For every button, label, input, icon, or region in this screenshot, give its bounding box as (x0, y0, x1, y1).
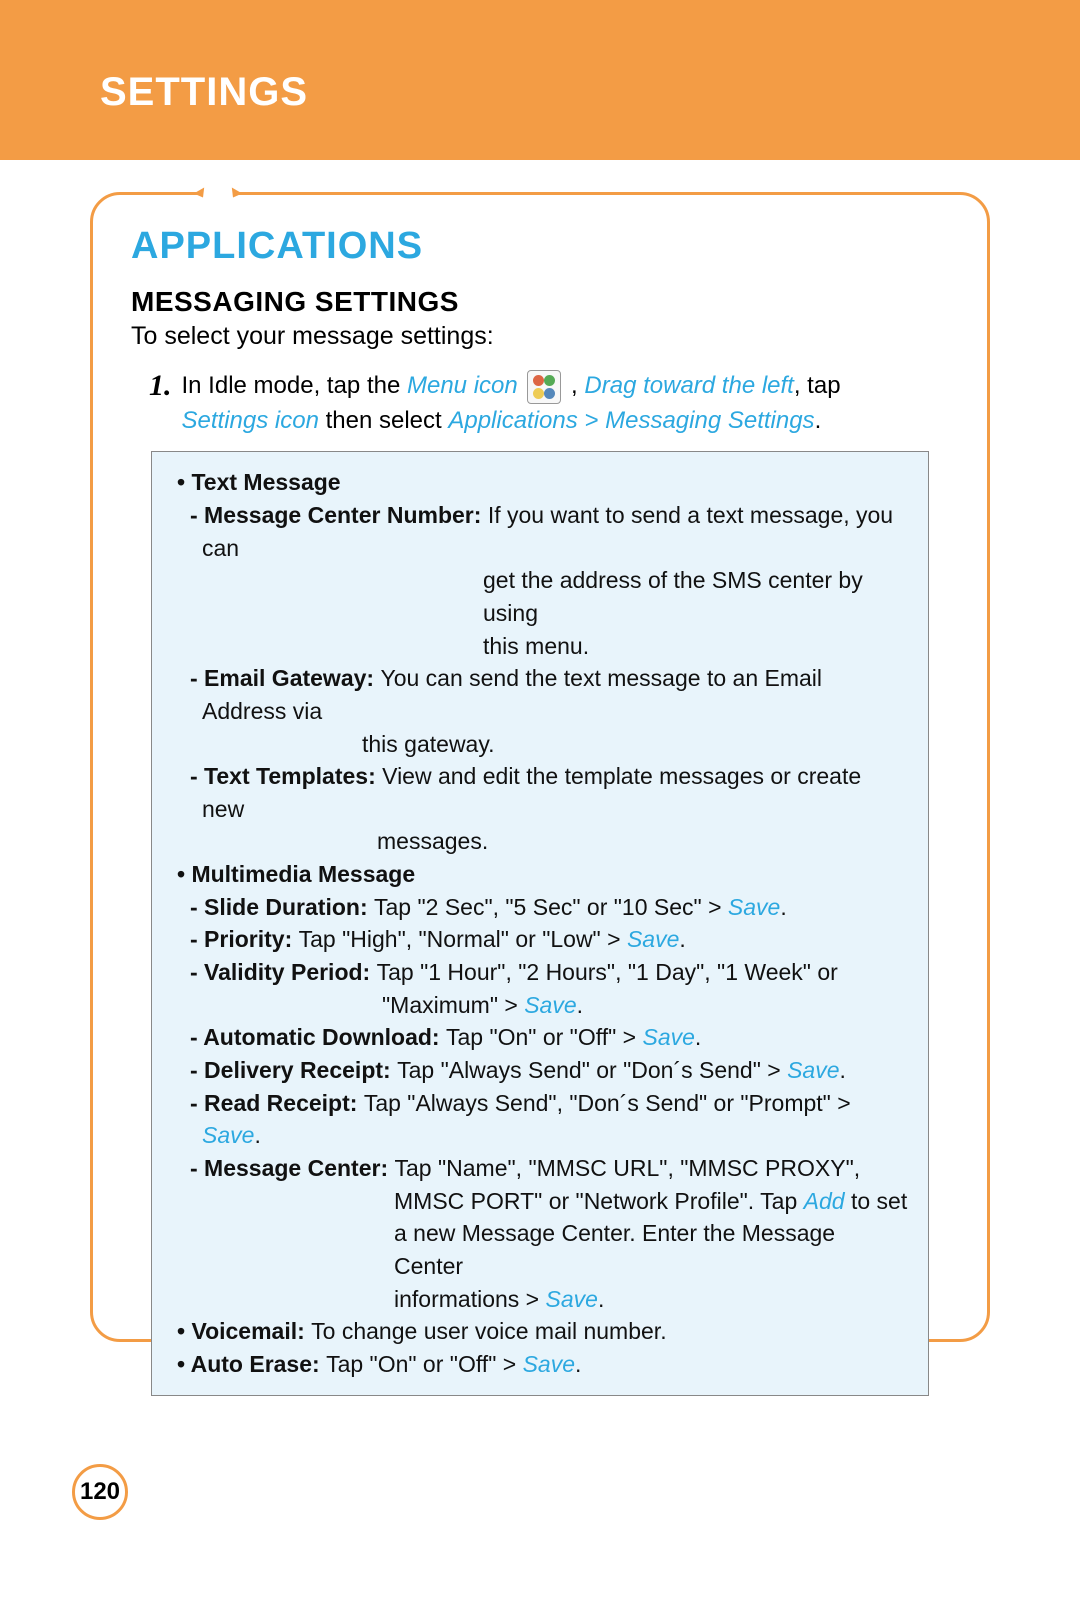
step-end: . (815, 407, 822, 434)
mc-text1: Tap "Name", "MMSC URL", "MMSC PROXY", (395, 1155, 861, 1181)
subsection-title: MESSAGING SETTINGS (131, 286, 949, 318)
sd-dot: . (780, 894, 786, 920)
mc-label: - Message Center: (190, 1155, 395, 1181)
ae-label: • Auto Erase: (177, 1351, 326, 1377)
sd-save: Save (728, 894, 780, 920)
mcn-text2: get the address of the SMS center by usi… (172, 564, 908, 629)
rr-label: - Read Receipt: (190, 1090, 364, 1116)
vp-text2: "Maximum" > (382, 992, 524, 1018)
tt-text2: messages. (172, 825, 908, 858)
dr-label: - Delivery Receipt: (190, 1057, 397, 1083)
dr-line: - Delivery Receipt: Tap "Always Send" or… (184, 1054, 908, 1087)
mcn-text3: this menu. (172, 630, 908, 663)
settings-icon-label: Settings icon (182, 407, 319, 434)
vm-label: • Voicemail: (177, 1318, 311, 1344)
tt-line: - Text Templates: View and edit the temp… (184, 760, 908, 825)
dr-save: Save (787, 1057, 839, 1083)
vp-text1: Tap "1 Hour", "2 Hours", "1 Day", "1 Wee… (377, 959, 838, 985)
step-pre: In Idle mode, tap the (182, 372, 407, 399)
mc-save: Save (546, 1286, 598, 1312)
dr-dot: . (840, 1057, 846, 1083)
mc-line: - Message Center: Tap "Name", "MMSC URL"… (184, 1152, 908, 1185)
drag-label: Drag toward the left (584, 372, 793, 399)
page-header-title: SETTINGS (100, 70, 1080, 115)
step-mid2: , tap (794, 372, 841, 399)
sd-line: - Slide Duration: Tap "2 Sec", "5 Sec" o… (184, 891, 908, 924)
mc-line2: MMSC PORT" or "Network Profile". Tap Add… (172, 1185, 908, 1218)
page-number: 120 (80, 1478, 120, 1506)
pr-dot: . (679, 926, 685, 952)
mc-text3: a new Message Center. Enter the Message … (172, 1217, 908, 1282)
ad-line: - Automatic Download: Tap "On" or "Off" … (184, 1021, 908, 1054)
step-number: 1. (149, 369, 172, 401)
pr-label: - Priority: (190, 926, 299, 952)
vp-label: - Validity Period: (190, 959, 377, 985)
pr-line: - Priority: Tap "High", "Normal" or "Low… (184, 923, 908, 956)
ad-save: Save (642, 1024, 694, 1050)
sd-label: - Slide Duration: (190, 894, 374, 920)
mc-text4: informations > (394, 1286, 546, 1312)
ae-save: Save (523, 1351, 575, 1377)
page-number-badge: 120 (72, 1464, 128, 1520)
mcn-label: - Message Center Number: (190, 502, 488, 528)
step-mid1: , (564, 372, 584, 399)
frame-notch (203, 192, 233, 202)
menu-icon-label: Menu icon (407, 372, 518, 399)
eg-label: - Email Gateway: (190, 665, 380, 691)
text-message-header: • Text Message (172, 466, 908, 499)
ae-text: Tap "On" or "Off" > (326, 1351, 523, 1377)
section-title: APPLICATIONS (131, 225, 949, 268)
rr-text: Tap "Always Send", "Don´s Send" or "Prom… (364, 1090, 851, 1116)
vm-line: • Voicemail: To change user voice mail n… (172, 1315, 908, 1348)
mc-dot: . (598, 1286, 604, 1312)
step-text: In Idle mode, tap the Menu icon , Drag t… (182, 369, 841, 437)
eg-line: - Email Gateway: You can send the text m… (184, 662, 908, 727)
vm-text: To change user voice mail number. (311, 1318, 666, 1344)
step-then: then select (319, 407, 448, 434)
header-bar: SETTINGS (0, 0, 1080, 160)
vp-save: Save (524, 992, 576, 1018)
mc-add: Add (804, 1188, 845, 1214)
mc-text2: MMSC PORT" or "Network Profile". Tap (394, 1188, 804, 1214)
vp-line: - Validity Period: Tap "1 Hour", "2 Hour… (184, 956, 908, 989)
rr-line: - Read Receipt: Tap "Always Send", "Don´… (184, 1087, 908, 1152)
vp-line2: "Maximum" > Save. (172, 989, 908, 1022)
mc-text2b: to set (845, 1188, 908, 1214)
ae-dot: . (575, 1351, 581, 1377)
apps-grid-icon (527, 370, 561, 404)
intro-text: To select your message settings: (131, 322, 949, 351)
mm-header: • Multimedia Message (172, 858, 908, 891)
ae-line: • Auto Erase: Tap "On" or "Off" > Save. (172, 1348, 908, 1381)
ad-dot: . (695, 1024, 701, 1050)
pr-text: Tap "High", "Normal" or "Low" > (299, 926, 627, 952)
eg-text2: this gateway. (172, 728, 908, 761)
nav-path: Applications > Messaging Settings (448, 407, 814, 434)
ad-text: Tap "On" or "Off" > (446, 1024, 643, 1050)
info-box: • Text Message - Message Center Number: … (151, 451, 929, 1395)
content-frame: APPLICATIONS MESSAGING SETTINGS To selec… (90, 192, 990, 1342)
rr-dot: . (254, 1122, 260, 1148)
mc-line4: informations > Save. (172, 1283, 908, 1316)
pr-save: Save (627, 926, 679, 952)
ad-label: - Automatic Download: (190, 1024, 446, 1050)
vp-dot: . (577, 992, 583, 1018)
step-1: 1. In Idle mode, tap the Menu icon , Dra… (149, 369, 949, 437)
sd-text: Tap "2 Sec", "5 Sec" or "10 Sec" > (374, 894, 728, 920)
mcn-line: - Message Center Number: If you want to … (184, 499, 908, 564)
dr-text: Tap "Always Send" or "Don´s Send" > (397, 1057, 787, 1083)
tt-label: - Text Templates: (190, 763, 382, 789)
rr-save: Save (202, 1122, 254, 1148)
